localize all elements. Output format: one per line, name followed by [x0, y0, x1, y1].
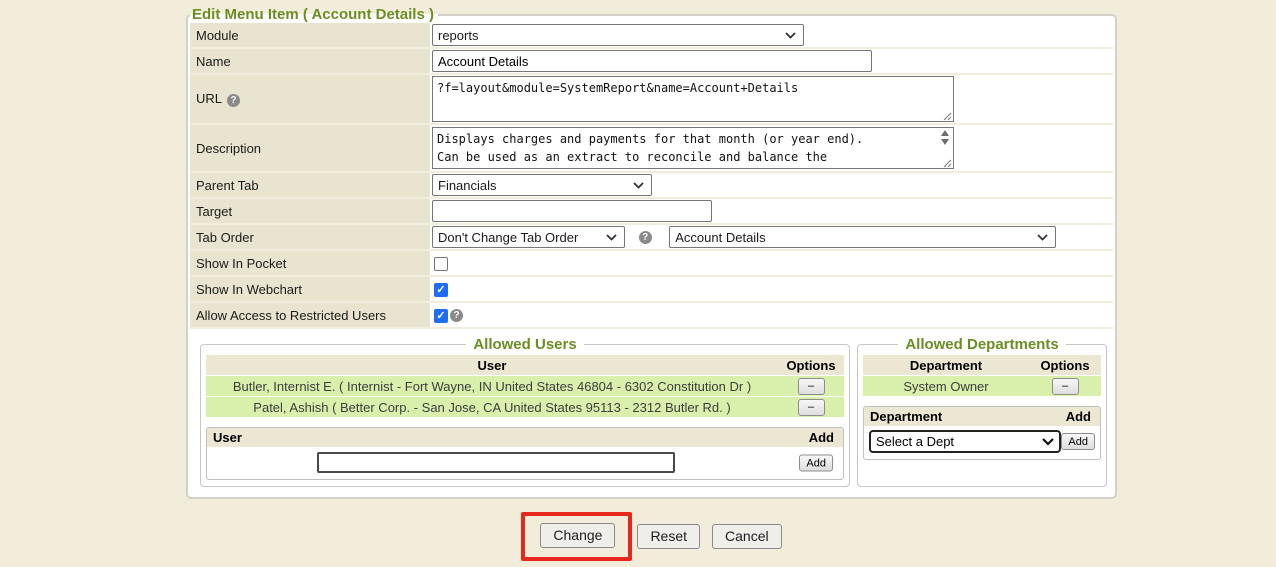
add-header: Add — [1066, 409, 1091, 424]
add-department-header: Department — [870, 409, 942, 424]
user-column-header: User — [206, 355, 778, 375]
help-icon[interactable]: ? — [450, 309, 463, 322]
allowed-departments-title: Allowed Departments — [898, 336, 1065, 353]
tab-order-select-value: Don't Change Tab Order — [438, 230, 578, 245]
change-button[interactable]: Change — [540, 523, 615, 548]
row-allow-restricted: Allow Access to Restricted Users ✓? — [190, 303, 1113, 329]
row-url: URL? ?f=layout&module=SystemReport&name=… — [190, 75, 1113, 125]
chevron-down-icon — [1037, 234, 1048, 241]
row-module: Module reports — [190, 23, 1113, 49]
scroll-down-icon[interactable] — [941, 139, 949, 145]
allowed-user-name: Butler, Internist E. ( Internist - Fort … — [206, 376, 778, 396]
allowed-department-row: System Owner – — [863, 376, 1101, 396]
check-icon: ✓ — [436, 284, 445, 296]
description-label: Description — [190, 125, 430, 173]
parent-tab-label: Parent Tab — [190, 173, 430, 199]
add-user-button[interactable]: Add — [799, 455, 833, 472]
module-select[interactable]: reports — [432, 24, 804, 46]
row-description: Description Displays charges and payment… — [190, 125, 1113, 173]
department-column-header: Department — [863, 355, 1029, 375]
check-icon: ✓ — [436, 310, 445, 322]
parent-tab-select-value: Financials — [438, 178, 497, 193]
page-title: Edit Menu Item ( Account Details ) — [190, 6, 438, 23]
add-user-header: User — [213, 430, 242, 445]
name-label: Name — [190, 49, 430, 75]
row-name: Name — [190, 49, 1113, 75]
remove-department-button[interactable]: – — [1052, 378, 1079, 395]
textarea-scrollbar[interactable] — [938, 130, 952, 145]
allowed-users-title: Allowed Users — [466, 336, 583, 353]
module-label: Module — [190, 23, 430, 49]
add-department-box: Department Add Select a Dept Add — [863, 406, 1101, 460]
chevron-down-icon — [1042, 438, 1054, 446]
row-show-in-pocket: Show In Pocket — [190, 251, 1113, 277]
reset-button[interactable]: Reset — [637, 524, 700, 549]
description-textarea-text: Displays charges and payments for that m… — [433, 128, 953, 168]
row-show-in-webchart: Show In Webchart ✓ — [190, 277, 1113, 303]
show-in-pocket-checkbox[interactable] — [434, 257, 448, 271]
parent-tab-select[interactable]: Financials — [432, 174, 652, 196]
url-textarea[interactable]: ?f=layout&module=SystemReport&name=Accou… — [432, 76, 954, 122]
form-table: Module reports Name — [190, 23, 1113, 329]
allowed-user-row: Butler, Internist E. ( Internist - Fort … — [206, 376, 844, 396]
allowed-departments-section: Allowed Departments Department Options S… — [857, 336, 1107, 487]
scroll-up-icon[interactable] — [941, 130, 949, 136]
access-panels: Allowed Users User Options Butler, Inter… — [190, 329, 1113, 495]
edit-menu-item-fieldset: Edit Menu Item ( Account Details ) Modul… — [186, 6, 1117, 499]
tab-order-position-value: Account Details — [675, 230, 765, 245]
target-label: Target — [190, 199, 430, 225]
allowed-department-name: System Owner — [863, 376, 1029, 396]
edit-menu-item-form: Edit Menu Item ( Account Details ) Modul… — [186, 6, 1117, 561]
options-column-header: Options — [1029, 355, 1101, 375]
add-user-box: User Add Add — [206, 427, 844, 480]
row-target: Target — [190, 199, 1113, 225]
allowed-departments-table: Department Options System Owner – — [863, 354, 1101, 397]
add-user-input[interactable] — [317, 452, 675, 473]
allow-restricted-checkbox[interactable]: ✓ — [434, 309, 448, 323]
show-in-webchart-label: Show In Webchart — [190, 277, 430, 303]
resize-handle-icon[interactable] — [942, 157, 952, 167]
show-in-webchart-checkbox[interactable]: ✓ — [434, 283, 448, 297]
row-parent-tab: Parent Tab Financials — [190, 173, 1113, 199]
allow-restricted-label: Allow Access to Restricted Users — [190, 303, 430, 329]
department-select-value: Select a Dept — [876, 434, 954, 449]
cancel-button[interactable]: Cancel — [712, 524, 782, 549]
tab-order-position-select[interactable]: Account Details — [669, 226, 1056, 248]
url-label: URL — [196, 91, 222, 106]
allowed-users-section: Allowed Users User Options Butler, Inter… — [200, 336, 850, 487]
target-input[interactable] — [432, 200, 712, 222]
url-textarea-text: ?f=layout&module=SystemReport&name=Accou… — [433, 77, 953, 99]
allowed-user-name: Patel, Ashish ( Better Corp. - San Jose,… — [206, 397, 778, 417]
page: Edit Menu Item ( Account Details ) Modul… — [0, 0, 1276, 567]
description-textarea[interactable]: Displays charges and payments for that m… — [432, 127, 954, 169]
add-department-button[interactable]: Add — [1061, 433, 1095, 450]
allowed-users-table: User Options Butler, Internist E. ( Inte… — [206, 354, 844, 418]
chevron-down-icon — [785, 32, 796, 39]
tab-order-label: Tab Order — [190, 225, 430, 251]
help-icon[interactable]: ? — [639, 231, 652, 244]
name-input[interactable] — [432, 50, 872, 72]
annotation-highlight-box: Change — [521, 512, 632, 561]
department-select[interactable]: Select a Dept — [869, 430, 1061, 453]
tab-order-select[interactable]: Don't Change Tab Order — [432, 226, 625, 248]
add-header: Add — [809, 430, 834, 445]
remove-user-button[interactable]: – — [798, 378, 825, 395]
chevron-down-icon — [606, 234, 617, 241]
allowed-user-row: Patel, Ashish ( Better Corp. - San Jose,… — [206, 397, 844, 417]
chevron-down-icon — [633, 182, 644, 189]
show-in-pocket-label: Show In Pocket — [190, 251, 430, 277]
module-select-value: reports — [438, 28, 478, 43]
options-column-header: Options — [778, 355, 844, 375]
resize-handle-icon[interactable] — [942, 110, 952, 120]
help-icon[interactable]: ? — [227, 94, 240, 107]
form-actions: Change Reset Cancel — [186, 512, 1117, 561]
row-tab-order: Tab Order Don't Change Tab Order ? Accou… — [190, 225, 1113, 251]
remove-user-button[interactable]: – — [798, 399, 825, 416]
